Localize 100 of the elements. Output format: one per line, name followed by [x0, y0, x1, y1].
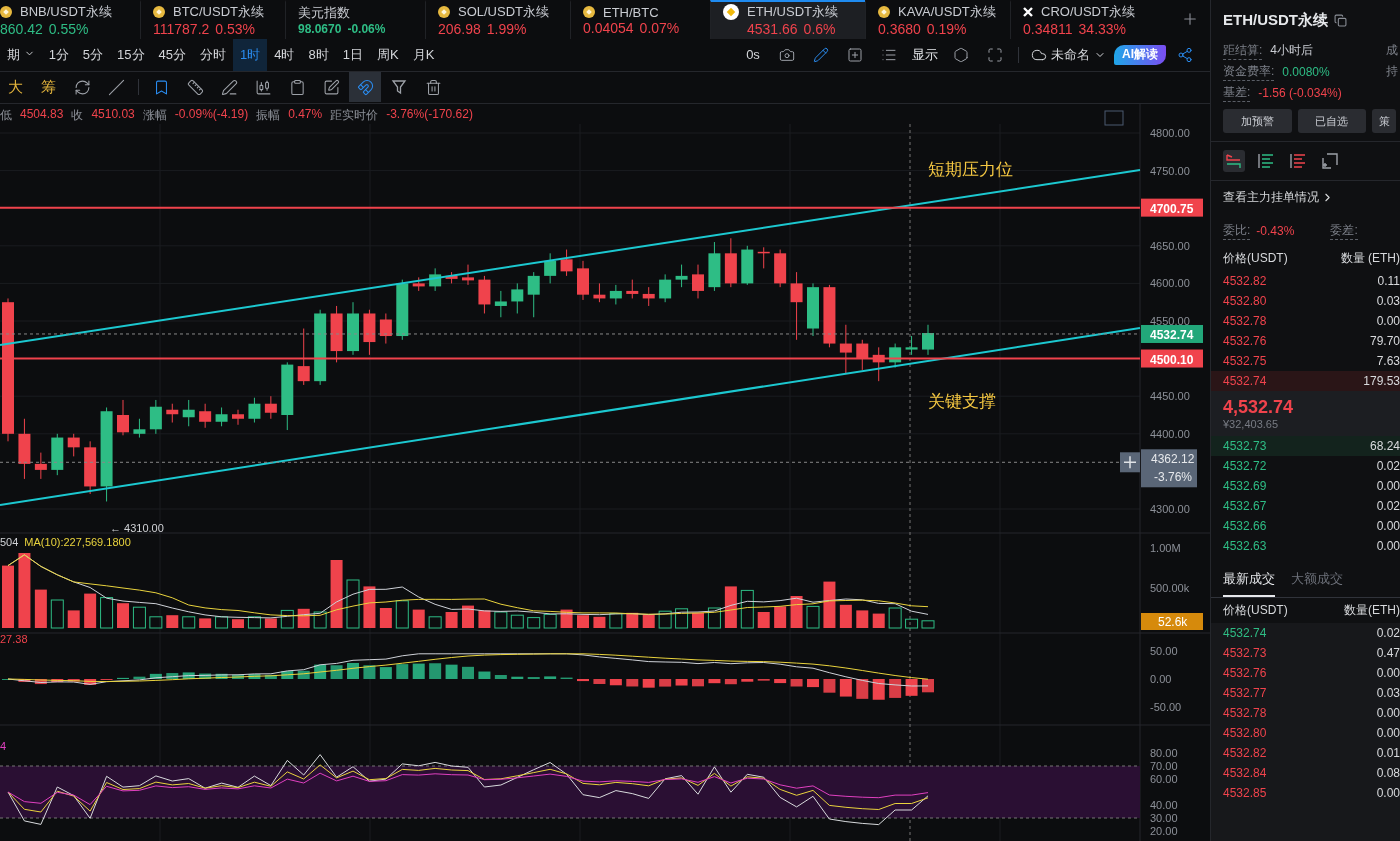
trade-quantity: 0.08 — [1376, 766, 1400, 780]
period-menu[interactable]: 期 — [0, 38, 42, 71]
ticker-tab[interactable]: ETH/USDT永续 4531.66 0.6% — [710, 0, 865, 39]
period-tab[interactable]: 15分 — [110, 38, 152, 71]
trades-tab[interactable]: 大额成交 — [1291, 570, 1343, 597]
annotation-text: 短期压力位 — [928, 160, 1013, 179]
ticker-tab[interactable]: SOL/USDT永续 206.98 1.99% — [425, 0, 570, 39]
ask-quantity: 179.53 — [1363, 374, 1400, 388]
ticker-change: 0.6% — [803, 21, 836, 38]
axis-label: 4800.00 — [1150, 127, 1190, 139]
display-button[interactable]: 显示 — [908, 39, 942, 70]
bid-row[interactable]: 4532.67 0.02 — [1211, 496, 1400, 516]
period-tab[interactable]: 4时 — [267, 38, 302, 71]
column-header: 数量 (ETH) — [1340, 250, 1400, 267]
axis-label: 20.00 — [1150, 825, 1178, 837]
stat-label: 持 — [1386, 63, 1398, 80]
ticker-change: 1.99% — [486, 21, 527, 38]
column-header: 数量(ETH) — [1344, 602, 1400, 619]
ask-row[interactable]: 4532.80 0.03 — [1211, 291, 1400, 311]
period-tab[interactable]: 8时 — [301, 38, 336, 71]
axis-label: 4650.00 — [1150, 239, 1190, 252]
stat-value: 4小时后 — [1270, 42, 1314, 59]
ai-button[interactable]: AI解读 — [1114, 44, 1166, 65]
axis-label: 4550.00 — [1150, 315, 1190, 327]
tool-button[interactable]: 筹 — [33, 72, 64, 103]
ticker-tab[interactable]: 美元指数 98.0670 -0.06% — [285, 0, 425, 39]
ticker-change: 0.07% — [639, 19, 680, 36]
tool-button[interactable]: 大 — [0, 72, 31, 103]
trade-price: 4532.84 — [1223, 766, 1267, 780]
stat-label: 基差: — [1223, 83, 1251, 102]
period-tab[interactable]: 周K — [369, 38, 406, 71]
trades-tab[interactable]: 最新成交 — [1223, 570, 1275, 597]
last-price: 4,532.74 — [1223, 397, 1295, 418]
bid-row[interactable]: 4532.73 68.24 — [1211, 436, 1400, 456]
ask-row[interactable]: 4532.74 179.53 — [1211, 371, 1400, 391]
period-tab[interactable]: 45分 — [151, 38, 194, 71]
ask-row[interactable]: 4532.76 79.70 — [1211, 331, 1400, 351]
ratio-label: 委差: — [1330, 222, 1358, 240]
pair-title: ETH/USDT永续 — [1223, 10, 1328, 30]
stat-value: -1.56 (-0.034%) — [1258, 85, 1342, 100]
period-tab[interactable]: 1时 — [233, 38, 268, 71]
info-value: -3.76%(-170.62) — [386, 107, 473, 123]
ticker-tab[interactable]: KAVA/USDT永续 0.3680 0.19% — [865, 0, 1010, 39]
info-label: 收 — [71, 107, 84, 124]
period-tab[interactable]: 1日 — [335, 38, 370, 71]
trade-price: 4532.76 — [1223, 666, 1267, 680]
action-button[interactable]: 策 — [1372, 109, 1396, 133]
period-tab[interactable]: 5分 — [75, 38, 111, 71]
ratio-value: -0.43% — [1256, 224, 1295, 238]
ask-row[interactable]: 4532.78 0.00 — [1211, 311, 1400, 331]
bid-quantity: 0.00 — [1376, 479, 1400, 493]
ticker-symbol: ETH/USDT永续 — [747, 3, 838, 22]
info-value: 4504.83 — [20, 107, 64, 123]
price-tag: 4700.75 — [1141, 198, 1203, 217]
ticker-price: 0.34811 — [1023, 21, 1073, 38]
ticker-symbol: BTC/USDT永续 — [173, 3, 264, 22]
ask-row[interactable]: 4532.82 0.11 — [1211, 271, 1400, 291]
bid-price: 4532.66 — [1223, 519, 1267, 533]
period-tab[interactable]: 分时 — [193, 38, 234, 71]
action-button[interactable]: 加预警 — [1223, 109, 1292, 133]
ask-price: 4532.78 — [1223, 314, 1267, 328]
ticker-symbol: BNB/USDT永续 — [20, 3, 112, 22]
stat-label: 资金费率: — [1223, 62, 1275, 81]
info-label: 距实时价 — [330, 107, 379, 124]
ticker-change: 34.33% — [1078, 21, 1127, 38]
ticker-price: 0.3680 — [878, 21, 921, 38]
bid-quantity: 68.24 — [1369, 439, 1400, 453]
ask-row[interactable]: 4532.75 7.63 — [1211, 351, 1400, 371]
major-orders-link[interactable]: 查看主力挂单情况 — [1223, 189, 1334, 206]
trade-price: 4532.74 — [1223, 626, 1267, 640]
axis-label: 80.00 — [1150, 747, 1178, 759]
axis-label: 4400.00 — [1150, 427, 1190, 440]
ticker-symbol: 美元指数 — [298, 4, 350, 23]
axis-label: 50.00 — [1150, 645, 1178, 657]
info-value: 4510.03 — [91, 107, 135, 123]
ticker-price: 111787.2 — [153, 21, 210, 38]
period-tab[interactable]: 1分 — [41, 38, 76, 71]
axis-label: 500.00k — [1150, 582, 1190, 594]
ask-price: 4532.75 — [1223, 354, 1267, 368]
info-value: 0.47% — [288, 107, 323, 123]
layout-menu[interactable]: 未命名 — [1027, 39, 1110, 70]
trade-price: 4532.82 — [1223, 746, 1267, 760]
trade-price: 4532.73 — [1223, 646, 1267, 660]
ask-quantity: 7.63 — [1376, 354, 1400, 368]
trade-quantity: 0.47 — [1376, 646, 1400, 660]
period-tab[interactable]: 月K — [405, 38, 442, 71]
action-button[interactable]: 已自选 — [1297, 109, 1366, 133]
annotation-text: 关键支撑 — [928, 392, 996, 411]
bid-row[interactable]: 4532.66 0.00 — [1211, 516, 1400, 536]
bid-row[interactable]: 4532.69 0.00 — [1211, 476, 1400, 496]
trade-quantity: 0.00 — [1376, 666, 1400, 680]
bid-row[interactable]: 4532.63 0.00 — [1211, 536, 1400, 556]
axis-label: 4750.00 — [1150, 164, 1190, 177]
bid-row[interactable]: 4532.72 0.02 — [1211, 456, 1400, 476]
bid-quantity: 0.02 — [1376, 459, 1400, 473]
countdown-button[interactable]: 0s — [738, 39, 768, 70]
ticker-tab[interactable]: BNB/USDT永续 860.42 0.55% — [0, 0, 140, 39]
ticker-tab[interactable]: BTC/USDT永续 111787.2 0.53% — [140, 0, 285, 39]
ticker-tab[interactable]: CRO/USDT永续 0.34811 34.33% — [1010, 0, 1160, 39]
axis-label: -50.00 — [1150, 701, 1182, 713]
